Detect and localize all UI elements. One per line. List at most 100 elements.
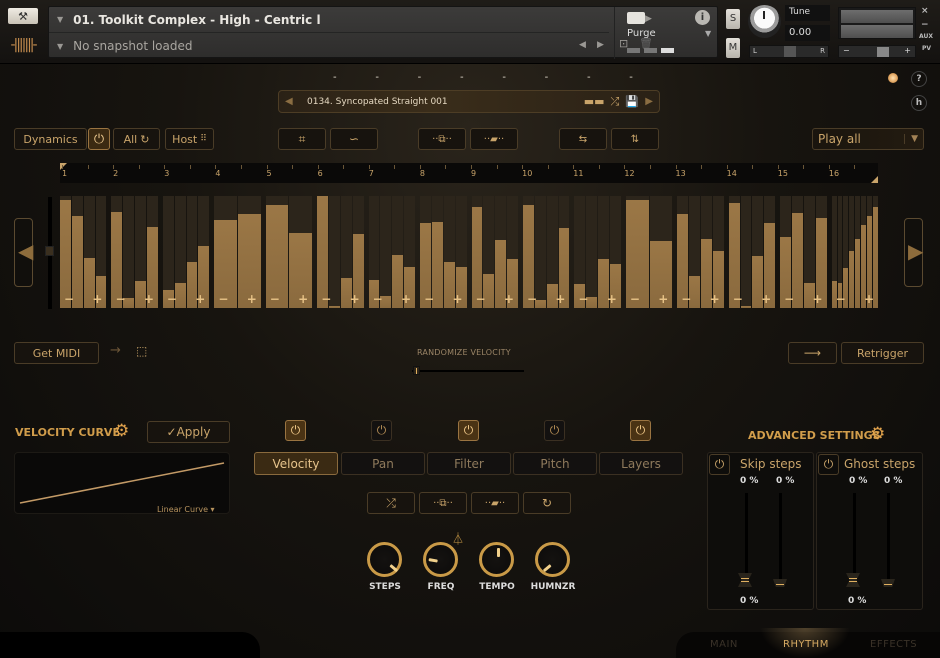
info-icon[interactable]: i	[695, 10, 710, 25]
reset-button[interactable]: ↻	[523, 492, 571, 514]
minus-icon[interactable]: −	[321, 292, 331, 306]
step-group[interactable]: − +	[420, 196, 467, 308]
metronome-icon[interactable]: ⏃	[452, 530, 464, 547]
freq-knob[interactable]	[423, 542, 458, 577]
minus-icon[interactable]: −	[270, 292, 280, 306]
plus-icon[interactable]: +	[864, 292, 874, 306]
step-ruler[interactable]: 1 2 3 4 5 6 7 8 9 10 11 12 13 14 15 16	[60, 163, 878, 183]
step-group[interactable]: − +	[471, 196, 518, 308]
randomize-velocity-slider[interactable]	[412, 370, 524, 372]
get-midi-button[interactable]: Get MIDI	[14, 342, 99, 364]
h-icon[interactable]: h	[911, 95, 927, 111]
minus-icon[interactable]: −	[630, 292, 640, 306]
instrument-name-row[interactable]: ▼ 01. Toolkit Complex - High - Centric l	[49, 7, 609, 33]
all-refresh-button[interactable]: All ↻	[113, 128, 160, 150]
chevron-down-icon[interactable]: ▼	[904, 134, 918, 144]
step-group[interactable]: − +	[780, 196, 827, 308]
shuffle-button[interactable]: ⤮	[367, 492, 415, 514]
plus-icon[interactable]: +	[195, 292, 205, 306]
shuffle-icon[interactable]: ⤮	[610, 95, 619, 109]
pv-button[interactable]: PV	[922, 45, 931, 52]
plus-icon[interactable]: +	[658, 292, 668, 306]
ghost-slider-b[interactable]	[887, 493, 890, 583]
plus-icon[interactable]: +	[761, 292, 771, 306]
retrigger-button[interactable]: Retrigger	[841, 342, 924, 364]
minus-icon[interactable]: −	[476, 292, 486, 306]
step-group[interactable]: − +	[522, 196, 570, 308]
plus-icon[interactable]: +	[401, 292, 411, 306]
gear-icon[interactable]: ⚙	[870, 424, 885, 444]
next-snapshot-icon[interactable]: ▶	[597, 40, 604, 50]
copy-button[interactable]: ··⧉··	[419, 492, 467, 514]
step-group[interactable]: − +	[728, 196, 776, 308]
nav-rhythm[interactable]: RHYTHM	[783, 639, 829, 650]
host-button[interactable]: Host ⠿	[165, 128, 214, 150]
tab-pan[interactable]: Pan	[341, 452, 425, 475]
tune-value[interactable]: 0.00	[785, 25, 830, 41]
apply-button[interactable]: ✓Apply	[147, 421, 230, 443]
snapshot-row[interactable]: ▼ No snapshot loaded	[49, 33, 609, 59]
solo-button[interactable]: S	[726, 9, 740, 29]
tempo-knob[interactable]	[479, 542, 514, 577]
minus-icon[interactable]: −	[527, 292, 537, 306]
minus-icon[interactable]: −	[784, 292, 794, 306]
minus-icon[interactable]: −	[218, 292, 228, 306]
humnzr-knob[interactable]	[535, 542, 570, 577]
pan-power-icon[interactable]: ⏻	[371, 420, 392, 441]
next-preset-icon[interactable]: ▶	[645, 96, 653, 107]
skip-steps-power-icon[interactable]: ⏻	[709, 454, 730, 475]
camera-icon[interactable]	[627, 12, 645, 24]
pan-slider[interactable]: L R	[749, 45, 829, 58]
plus-icon[interactable]: +	[298, 292, 308, 306]
play-mode-select[interactable]: Play all ▼	[812, 128, 924, 150]
preset-slot[interactable]: -	[375, 72, 379, 83]
nav-main[interactable]: MAIN	[710, 639, 738, 650]
purge-menu[interactable]: Purge	[627, 28, 656, 39]
step-group[interactable]: − +	[677, 196, 724, 308]
ghost-slider-a[interactable]	[853, 493, 856, 583]
step-group[interactable]: − +	[111, 196, 158, 308]
ghost-thumb-b[interactable]	[881, 579, 895, 587]
preset-slot[interactable]: -	[418, 72, 422, 83]
plus-icon[interactable]: +	[350, 292, 360, 306]
minus-icon[interactable]: −	[733, 292, 743, 306]
pitch-power-icon[interactable]: ⏻	[544, 420, 565, 441]
minimize-icon[interactable]: −	[921, 20, 929, 30]
plus-icon[interactable]: +	[710, 292, 720, 306]
plus-icon[interactable]: +	[92, 292, 102, 306]
step-group[interactable]: − +	[214, 196, 261, 308]
purge-arrow-icon[interactable]: ▼	[705, 29, 711, 38]
close-icon[interactable]: ×	[921, 6, 929, 16]
prev-page-button[interactable]: ◀	[14, 218, 33, 287]
gear-icon[interactable]: ⚙	[114, 421, 129, 441]
minus-icon[interactable]: −	[681, 292, 691, 306]
step-bar[interactable]	[849, 196, 855, 308]
plus-icon[interactable]: +	[555, 292, 565, 306]
tab-filter[interactable]: Filter	[427, 452, 511, 475]
preset-slot[interactable]: -	[502, 72, 506, 83]
plus-icon[interactable]: +	[607, 292, 617, 306]
step-group[interactable]: − +	[574, 196, 621, 308]
paste-button[interactable]: ··▰··	[470, 128, 518, 150]
step-height-thumb[interactable]	[45, 246, 54, 256]
dynamics-button[interactable]: Dynamics	[14, 128, 87, 150]
prev-preset-icon[interactable]: ◀	[285, 96, 293, 107]
step-bar[interactable]	[855, 196, 861, 308]
skip-thumb-a[interactable]	[738, 573, 752, 587]
prev-snapshot-icon[interactable]: ◀	[579, 40, 586, 50]
loop-end-marker[interactable]	[871, 176, 878, 183]
tab-pitch[interactable]: Pitch	[513, 452, 597, 475]
plus-icon[interactable]: +	[144, 292, 154, 306]
invert-button[interactable]: ⇅	[611, 128, 659, 150]
wrench-icon[interactable]: ⚒	[8, 8, 38, 24]
help-icon[interactable]: ?	[911, 71, 927, 87]
mute-button[interactable]: M	[726, 38, 740, 58]
minus-icon[interactable]: −	[115, 292, 125, 306]
minus-icon[interactable]: −	[578, 292, 588, 306]
reverse-button[interactable]: ⇆	[559, 128, 607, 150]
preset-slot[interactable]: -	[333, 72, 337, 83]
preset-slot[interactable]: -	[629, 72, 633, 83]
skip-slider-a[interactable]	[745, 493, 748, 583]
step-group[interactable]: − +	[162, 196, 210, 308]
preset-slot[interactable]: -	[460, 72, 464, 83]
